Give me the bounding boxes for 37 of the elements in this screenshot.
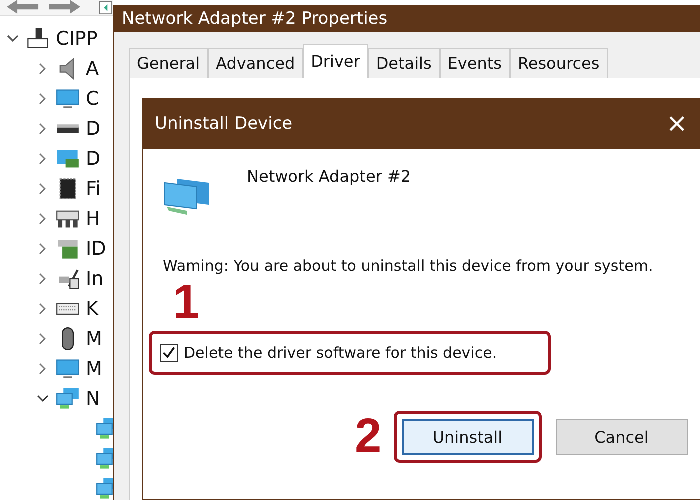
network-icon (56, 387, 80, 411)
close-button[interactable]: × (654, 109, 700, 139)
tree-item[interactable]: H (86, 208, 100, 230)
uninstall-button[interactable]: Uninstall (402, 419, 534, 455)
tree-item[interactable]: D (86, 148, 101, 170)
dialog-title: Uninstall Device (155, 114, 293, 134)
computer-icon (26, 27, 50, 51)
tree-item[interactable]: K (86, 298, 98, 320)
cancel-button[interactable]: Cancel (556, 419, 688, 455)
step-number: 2 (355, 413, 382, 461)
tree-item[interactable]: D (86, 118, 101, 140)
tree-item[interactable]: C (86, 88, 100, 110)
tab[interactable]: Driver (303, 44, 368, 78)
tree-item[interactable]: M (86, 358, 102, 380)
tree-item[interactable]: A (86, 58, 99, 80)
tree-item[interactable]: CIPP (56, 28, 98, 50)
tab[interactable]: Resources (510, 48, 608, 78)
tab[interactable]: Events (440, 48, 510, 78)
tree-item[interactable]: Fi (86, 178, 101, 200)
device-name: Network Adapter #2 (247, 167, 412, 186)
tree-item[interactable]: M (86, 328, 102, 350)
monitor-icon (56, 87, 80, 111)
warning-text: Waming: You are about to uninstall this device from your system. (163, 257, 654, 275)
step-number: 1 (173, 279, 200, 327)
tree-item[interactable]: In (86, 268, 104, 290)
tree-item[interactable]: ID (86, 238, 106, 260)
checkbox[interactable]: Delete the driver software for this device. (160, 344, 540, 362)
window-title: Network Adapter #2 Properties (122, 8, 388, 28)
tab[interactable]: General (129, 48, 208, 78)
tree-item[interactable]: N (86, 388, 100, 410)
tab[interactable]: Details (368, 48, 440, 78)
network-icon (163, 177, 211, 217)
tab[interactable]: Advanced (208, 48, 304, 78)
monitor-icon (56, 357, 80, 381)
view-icon[interactable] (99, 1, 113, 15)
checkbox-label: Delete the driver software for this device. (184, 344, 498, 362)
checkbox-box[interactable] (160, 344, 178, 362)
